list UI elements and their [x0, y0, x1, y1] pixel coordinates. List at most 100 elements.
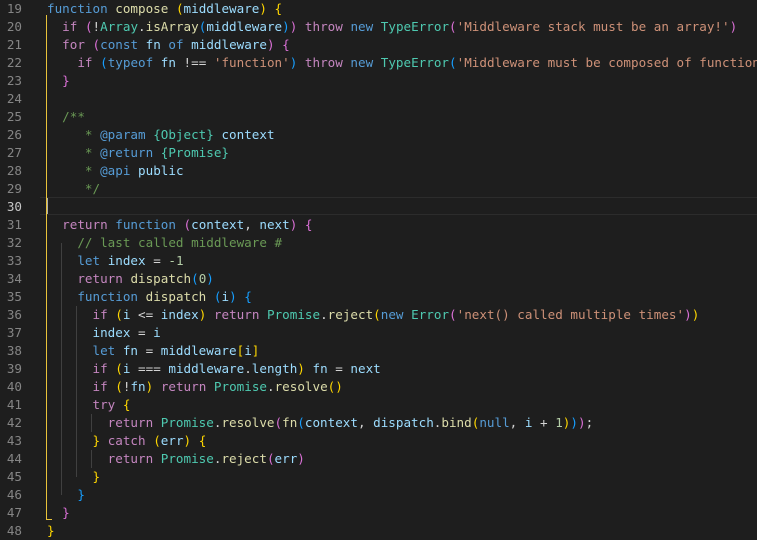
- code-token: ): [297, 361, 305, 376]
- text-cursor: [47, 198, 48, 214]
- code-token: typeof: [107, 55, 154, 70]
- code-token: fn: [145, 37, 161, 52]
- code-line[interactable]: /**: [47, 108, 85, 126]
- code-token: (: [115, 379, 123, 394]
- code-line[interactable]: function dispatch (i) {: [47, 288, 252, 306]
- code-token: fn: [160, 55, 176, 70]
- code-token: ): [229, 289, 237, 304]
- code-token: (: [92, 37, 101, 52]
- code-token: =: [130, 325, 154, 340]
- code-token: ): [282, 19, 290, 34]
- code-token: ;: [585, 415, 594, 430]
- code-token: @param: [100, 127, 146, 142]
- code-token: compose: [115, 1, 169, 16]
- code-token: ): [570, 415, 578, 430]
- code-token: @return: [100, 145, 154, 160]
- code-line[interactable]: if (!fn) return Promise.resolve(): [47, 378, 343, 396]
- code-lines[interactable]: function compose (middleware) { if (!Arr…: [0, 0, 757, 540]
- code-token: new: [380, 307, 404, 322]
- code-line[interactable]: // last called middleware #: [47, 234, 282, 252]
- code-token: return: [77, 271, 123, 286]
- code-token: Array: [100, 19, 139, 34]
- code-token: <=: [130, 307, 161, 322]
- code-line[interactable]: let index = -1: [47, 252, 184, 270]
- code-token: let: [77, 253, 101, 268]
- code-token: ): [266, 37, 275, 52]
- code-token: (: [266, 451, 275, 466]
- code-token: */: [62, 181, 101, 196]
- code-line[interactable]: index = i: [47, 324, 161, 342]
- code-token: !: [92, 19, 101, 34]
- code-token: fn: [282, 415, 298, 430]
- code-token: middleware: [191, 37, 267, 52]
- code-token: -1: [168, 253, 184, 268]
- code-line[interactable]: if (!Array.isArray (middleware)) throw ne…: [47, 18, 737, 36]
- code-token: ): [729, 19, 738, 34]
- code-token: =: [145, 253, 169, 268]
- code-line[interactable]: if (i === middleware.length) fn = next: [47, 360, 381, 378]
- code-line[interactable]: */: [47, 180, 100, 198]
- code-token: (: [449, 19, 457, 34]
- code-token: if: [62, 19, 78, 34]
- code-line[interactable]: }: [47, 522, 55, 540]
- code-line[interactable]: * @api public: [47, 162, 184, 180]
- code-token: err: [274, 451, 298, 466]
- code-line[interactable]: * @param {Object} context: [47, 126, 275, 144]
- code-token: (: [84, 19, 93, 34]
- code-token: }: [62, 505, 70, 520]
- code-token: {: [274, 1, 283, 16]
- code-token: 'Middleware stack must be an array!': [456, 19, 730, 34]
- code-line[interactable]: try {: [47, 396, 131, 414]
- code-token: try: [92, 397, 116, 412]
- code-line[interactable]: }: [47, 486, 85, 504]
- code-token: ===: [130, 361, 169, 376]
- code-line[interactable]: }: [47, 468, 101, 486]
- code-token: {: [304, 217, 313, 232]
- code-line[interactable]: return dispatch(0): [47, 270, 214, 288]
- code-line[interactable]: return function (context, next) {: [47, 216, 313, 234]
- code-line[interactable]: let fn = middleware[i]: [47, 342, 260, 360]
- code-token: *: [62, 127, 101, 142]
- code-token: @api: [100, 163, 131, 178]
- code-token: *: [62, 163, 101, 178]
- code-line[interactable]: } catch (err) {: [47, 432, 207, 450]
- code-token: (: [297, 415, 305, 430]
- code-token: return: [160, 379, 207, 394]
- code-token: throw: [304, 19, 343, 34]
- code-editor[interactable]: 19 20 21 22 23 24 25 26 27 28 29 30 31 32 33 34 35 36 37 38…: [0, 0, 757, 540]
- code-line[interactable]: for (const fn of middleware) {: [47, 36, 290, 54]
- code-line[interactable]: function compose (middleware) {: [47, 0, 282, 18]
- code-line[interactable]: return Promise.reject(err): [47, 450, 305, 468]
- code-line[interactable]: return Promise.resolve(fn(context, dispa…: [47, 414, 593, 432]
- code-token: fn: [122, 343, 139, 358]
- code-token: middleware: [206, 19, 283, 34]
- code-token: +: [532, 415, 556, 430]
- code-line[interactable]: }: [47, 72, 70, 90]
- code-token: return: [213, 307, 260, 322]
- code-line[interactable]: }: [47, 504, 70, 522]
- code-line[interactable]: * @return {Promise}: [47, 144, 229, 162]
- code-line[interactable]: if (typeof fn !== 'function') throw new …: [47, 54, 757, 72]
- code-token: ): [183, 433, 192, 448]
- code-token: return: [62, 217, 108, 232]
- code-token: let: [92, 343, 116, 358]
- code-token: 1: [555, 415, 563, 430]
- code-line[interactable]: if (i <= index) return Promise.reject(ne…: [47, 306, 700, 324]
- code-token: dispatch: [145, 289, 207, 304]
